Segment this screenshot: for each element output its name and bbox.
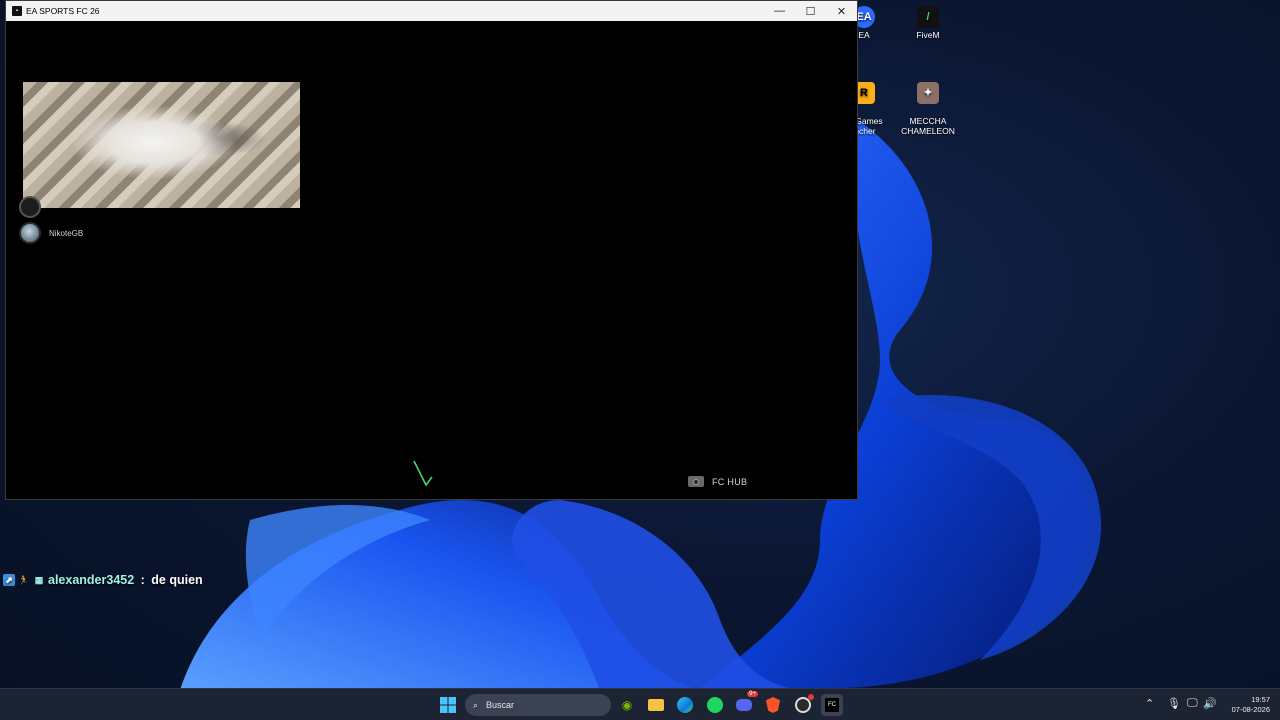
fc-hub-label: FC HUB: [712, 476, 748, 487]
fivem-icon: /: [917, 6, 939, 28]
game-window[interactable]: ▪ EA SPORTS FC 26 — ☐ ✕ NikoteGB FC HUB: [5, 0, 858, 500]
taskbar-brave[interactable]: [762, 694, 784, 716]
search-icon: ⌕: [473, 699, 479, 710]
show-hidden-icons[interactable]: ⌃: [1145, 697, 1154, 710]
minimize-button[interactable]: —: [764, 1, 795, 21]
desktop-icon-meccha[interactable]: ✦ MECCHA CHAMELEON: [896, 72, 960, 146]
network-icon[interactable]: 🖵: [1187, 697, 1198, 710]
search-placeholder: Buscar: [486, 700, 515, 710]
microphone-icon[interactable]: 🎙: [1167, 697, 1181, 710]
spotify-icon: [707, 697, 723, 713]
avatar: [19, 222, 41, 244]
windows-icon: [440, 697, 456, 713]
record-dot-icon: [808, 694, 814, 700]
voice-user: [19, 196, 41, 218]
video-feed-cat: [23, 82, 300, 208]
window-title: EA SPORTS FC 26: [26, 6, 100, 16]
desktop-icon-fivem[interactable]: / FiveM: [896, 6, 960, 40]
taskbar-spotify[interactable]: [704, 694, 726, 716]
discord-icon: [736, 699, 752, 711]
taskbar-edge[interactable]: [674, 694, 696, 716]
meccha-icon: ✦: [917, 82, 939, 104]
chat-text: de quien: [151, 573, 203, 587]
chat-separator: :: [137, 573, 149, 587]
taskbar-file-explorer[interactable]: [645, 694, 667, 716]
fc-hub-button[interactable]: FC HUB: [688, 476, 747, 487]
taskbar: ⌕ Buscar ◉ 9+ FC ⌃ 🎙 🖵 🔊 19:57 07-08-202…: [0, 688, 1280, 720]
notification-badge: 9+: [747, 691, 758, 697]
desktop-icon-label: FiveM: [916, 30, 940, 40]
taskbar-clock[interactable]: 19:57 07-08-2026: [1222, 695, 1270, 715]
window-titlebar[interactable]: ▪ EA SPORTS FC 26 — ☐ ✕: [6, 1, 857, 21]
taskbar-obs[interactable]: [792, 694, 814, 716]
grid-badge-icon: ▦: [34, 575, 44, 585]
taskbar-search[interactable]: ⌕ Buscar: [465, 694, 611, 716]
clock-date: 07-08-2026: [1231, 705, 1270, 714]
voice-user-name: NikoteGB: [49, 228, 84, 238]
camera-icon: [688, 476, 704, 487]
fc-app-icon: ▪: [12, 6, 22, 16]
loading-check-icon: [413, 460, 433, 487]
prime-badge-icon: ⬈: [3, 574, 15, 586]
taskbar-fc26[interactable]: FC: [821, 694, 843, 716]
close-button[interactable]: ✕: [826, 1, 857, 21]
chat-username: alexander3452: [48, 573, 135, 587]
maximize-button[interactable]: ☐: [795, 1, 826, 21]
volume-icon[interactable]: 🔊: [1203, 697, 1217, 710]
taskbar-discord[interactable]: 9+: [733, 691, 758, 716]
chat-message: ⬈ 🏃 ▦ alexander3452 : de quien: [3, 573, 203, 587]
runner-badge-icon: 🏃: [18, 575, 30, 585]
folder-icon: [648, 699, 664, 711]
voice-user: NikoteGB: [19, 222, 83, 244]
desktop-icon-label: MECCHA CHAMELEON: [901, 116, 955, 136]
avatar: [19, 196, 41, 218]
taskbar-nvidia[interactable]: ◉: [616, 694, 638, 716]
fc26-icon: FC: [825, 698, 839, 712]
brave-icon: [766, 697, 780, 713]
start-button[interactable]: [437, 694, 459, 716]
clock-time: 19:57: [1251, 695, 1270, 704]
edge-icon: [677, 697, 693, 713]
